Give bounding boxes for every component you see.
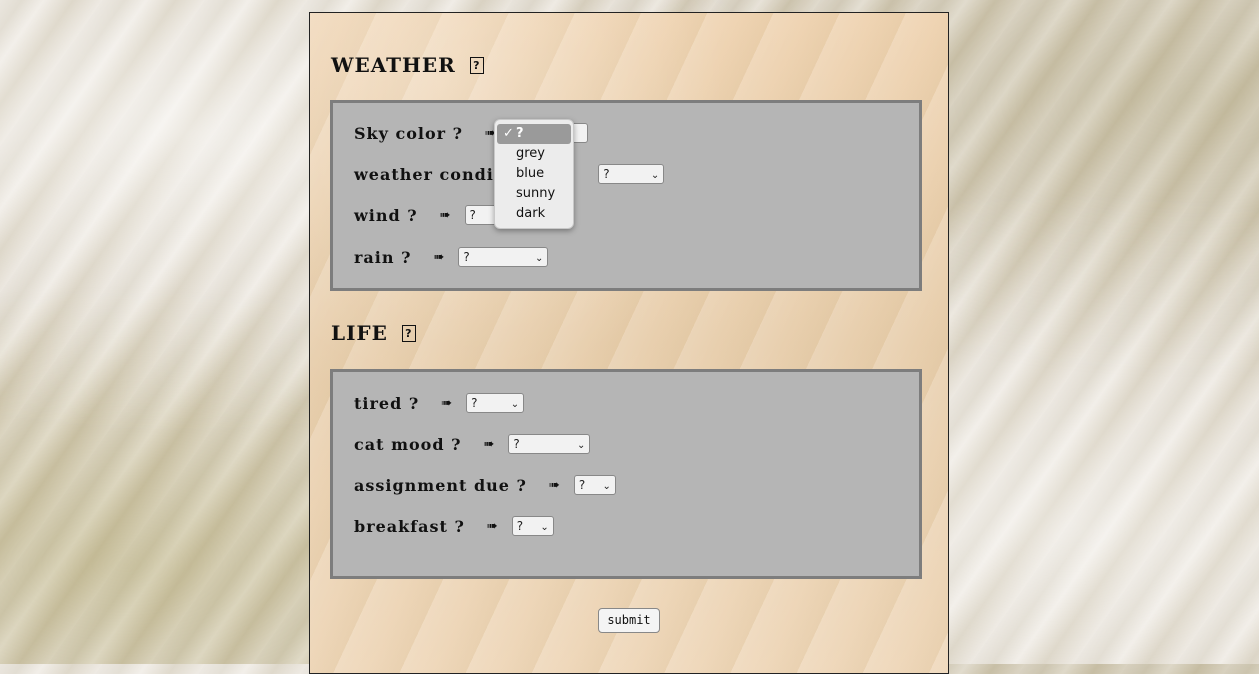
weather-condition-label: weather condit — [354, 164, 503, 184]
rain-select[interactable]: ? ⌄ — [458, 247, 549, 267]
dropdown-option[interactable]: ✓? — [497, 124, 571, 144]
wind-label: wind ? — [354, 205, 418, 225]
option-label: ? — [516, 126, 524, 141]
chevron-down-icon: ⌄ — [650, 170, 660, 181]
submit-button[interactable]: submit — [598, 608, 660, 633]
life-heading-text: LIFE — [331, 321, 388, 345]
tired-value: ? — [471, 396, 478, 410]
wind-value: ? — [469, 208, 476, 222]
arrow-icon: ➠ — [548, 477, 560, 493]
assignment-due-value: ? — [578, 478, 586, 492]
weather-panel: Sky color ? ➠ ? weather condit ?⌄ wind ?… — [330, 100, 922, 291]
arrow-icon: ➠ — [486, 518, 498, 534]
option-label: blue — [516, 166, 545, 181]
cat-mood-value: ? — [513, 437, 520, 451]
rain-value: ? — [463, 250, 470, 264]
arrow-icon: ➠ — [439, 207, 451, 223]
chevron-down-icon: ⌄ — [602, 481, 611, 492]
weather-condition-select[interactable]: ? ⌄ — [598, 164, 665, 184]
dropdown-option[interactable]: blue — [495, 164, 573, 184]
chevron-down-icon: ⌄ — [577, 440, 586, 451]
sky-color-label: Sky color ? — [354, 123, 464, 143]
breakfast-select[interactable]: ? ⌄ — [511, 516, 554, 536]
breakfast-label: breakfast ? — [354, 516, 465, 536]
cat-mood-row: cat mood ? ➠ ? ⌄ — [354, 434, 591, 454]
weather-help-icon[interactable]: ? — [469, 56, 484, 74]
form-page: WEATHER ? Sky color ? ➠ ? weather condit… — [309, 12, 949, 674]
weather-heading-text: WEATHER — [331, 53, 456, 77]
cat-mood-select[interactable]: ? ⌄ — [508, 434, 591, 454]
option-label: sunny — [516, 186, 556, 201]
tired-row: tired ? ➠ ? ⌄ — [354, 393, 525, 413]
sky-color-dropdown: ✓? grey blue sunny dark — [494, 119, 574, 229]
option-label: dark — [516, 206, 546, 221]
life-heading: LIFE ? — [331, 321, 416, 345]
check-icon: ✓ — [503, 126, 514, 141]
arrow-icon: ➠ — [441, 395, 453, 411]
breakfast-row: breakfast ? ➠ ? ⌄ — [354, 516, 554, 536]
tired-label: tired ? — [354, 393, 420, 413]
chevron-down-icon: ⌄ — [540, 522, 549, 533]
assignment-due-select[interactable]: ? ⌄ — [573, 475, 616, 495]
tired-select[interactable]: ? ⌄ — [466, 393, 525, 413]
cat-mood-label: cat mood ? — [354, 434, 462, 454]
life-panel: tired ? ➠ ? ⌄ cat mood ? ➠ ? ⌄ assignment … — [330, 369, 922, 579]
weather-condition-value: ? — [603, 167, 610, 181]
assignment-due-label: assignment due ? — [354, 475, 527, 495]
assignment-due-row: assignment due ? ➠ ? ⌄ — [354, 475, 616, 495]
chevron-down-icon: ⌄ — [534, 253, 544, 264]
arrow-icon: ➠ — [433, 249, 445, 265]
chevron-down-icon: ⌄ — [510, 399, 520, 410]
dropdown-option[interactable]: sunny — [495, 184, 573, 204]
rain-label: rain ? — [354, 247, 412, 267]
life-help-icon[interactable]: ? — [401, 324, 416, 342]
weather-heading: WEATHER ? — [331, 53, 484, 77]
arrow-icon: ➠ — [483, 436, 495, 452]
breakfast-value: ? — [516, 519, 524, 533]
dropdown-option[interactable]: dark — [495, 204, 573, 224]
rain-row: rain ? ➠ ? ⌄ — [354, 247, 549, 267]
option-label: grey — [516, 146, 546, 161]
dropdown-option[interactable]: grey — [495, 144, 573, 164]
